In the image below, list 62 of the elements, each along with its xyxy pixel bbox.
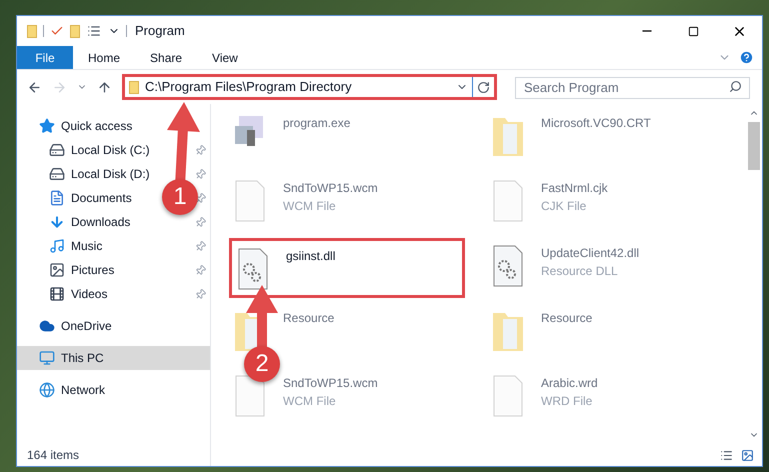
blank-file-icon [233,374,267,418]
nav-item[interactable]: Network [17,378,210,402]
back-icon[interactable] [27,80,42,94]
drive-icon [49,166,65,182]
address-path: C:\Program Files\Program Directory [145,78,352,96]
help-icon[interactable] [739,50,754,65]
refresh-icon[interactable] [477,80,490,94]
nav-item[interactable]: Local Disk (C:) [49,141,150,159]
file-name[interactable]: SndToWP15.wcm [283,179,378,197]
file-name[interactable]: Resource [283,309,334,327]
nav-item[interactable]: Videos [49,285,108,303]
gear-file-icon [236,247,270,291]
cloud-icon [39,318,55,334]
nav-item[interactable]: Local Disk (D:) [49,165,150,183]
file-name[interactable]: Microsoft.VC90.CRT [541,114,651,132]
scrollbar-thumb[interactable] [748,122,760,170]
details-view-icon[interactable] [719,449,734,462]
file-type: CJK File [541,198,588,215]
nav-item[interactable]: This PC [17,346,210,370]
folder-icon [129,80,139,94]
ribbon-tab[interactable]: Share [135,46,198,69]
ribbon-tab[interactable]: File [17,46,73,69]
ribbon-tab[interactable]: Home [73,46,136,69]
file-name[interactable]: SndToWP15.wcm [283,374,378,392]
monitor-icon [39,350,55,366]
file-name[interactable]: UpdateClient42.dll [541,244,640,262]
ribbon-tab[interactable]: View [197,46,253,69]
star-icon [39,118,55,134]
file-name[interactable]: Resource [541,309,592,327]
nav-item[interactable]: Quick access [17,114,210,138]
blank-file-icon [491,179,525,223]
large-icons-view-icon[interactable] [740,449,755,462]
document-icon [49,190,65,206]
search-icon [729,80,742,93]
nav-item[interactable]: Downloads [49,213,130,231]
nav-item[interactable]: Pictures [49,261,114,279]
properties-icon[interactable] [86,24,102,38]
drive-icon [49,142,65,158]
file-name[interactable]: FastNrml.cjk [541,179,608,197]
gear-file-icon [491,244,525,288]
file-type: WRD File [541,393,594,410]
file-name[interactable]: gsiinst.dll [286,247,336,265]
file-name[interactable]: Arabic.wrd [541,374,598,392]
window-title: Program [135,22,185,40]
address-bar[interactable]: C:\Program Files\Program Directory [122,74,497,100]
file-type: WCM File [283,198,337,215]
file-type: WCM File [283,393,337,410]
music-note-icon [49,238,65,254]
maximize-icon [688,26,698,36]
blank-file-icon [491,374,525,418]
picture-icon [49,262,65,278]
file-type: Resource DLL [541,263,619,280]
search-field[interactable]: Search Program [515,76,750,98]
blank-file-icon [233,179,267,223]
nav-item[interactable]: Documents [49,189,132,207]
up-icon[interactable] [97,80,112,94]
nav-item[interactable]: OneDrive [17,314,210,338]
globe-icon [39,382,55,398]
nav-item[interactable]: Music [49,237,102,255]
item-count: 164 items [27,447,80,464]
file-name[interactable]: program.exe [283,114,350,132]
film-icon [49,286,65,302]
